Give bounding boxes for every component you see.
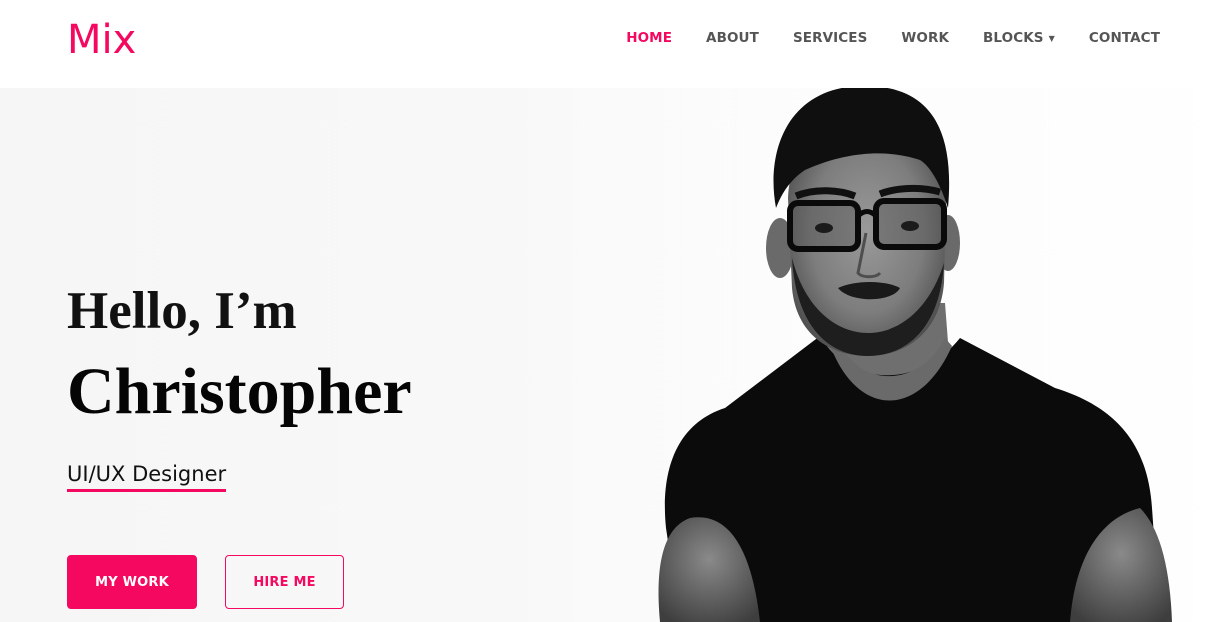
- my-work-button[interactable]: MY WORK: [67, 555, 197, 609]
- nav-item-blocks[interactable]: BLOCKS ▼: [983, 30, 1055, 46]
- nav-item-contact[interactable]: CONTACT: [1089, 30, 1160, 46]
- hero-section: Hello, I’m Christopher UI/UX Designer MY…: [0, 88, 1226, 622]
- hero-greeting: Hello, I’m: [67, 282, 297, 340]
- site-header: Mix HOME ABOUT SERVICES WORK BLOCKS ▼ CO…: [0, 0, 1226, 88]
- nav-item-work[interactable]: WORK: [901, 30, 949, 46]
- caret-down-icon: ▼: [1048, 33, 1055, 43]
- main-nav: HOME ABOUT SERVICES WORK BLOCKS ▼ CONTAC…: [592, 30, 1160, 46]
- nav-item-services[interactable]: SERVICES: [793, 30, 867, 46]
- site-logo[interactable]: Mix: [67, 14, 136, 66]
- nav-item-home[interactable]: HOME: [626, 30, 672, 46]
- hero-role: UI/UX Designer: [67, 460, 227, 492]
- nav-item-blocks-label: BLOCKS: [983, 30, 1044, 46]
- hire-me-button[interactable]: HIRE ME: [225, 555, 344, 609]
- hero-name: Christopher: [67, 355, 412, 428]
- nav-item-about[interactable]: ABOUT: [706, 30, 759, 46]
- portrait-image: [600, 88, 1226, 622]
